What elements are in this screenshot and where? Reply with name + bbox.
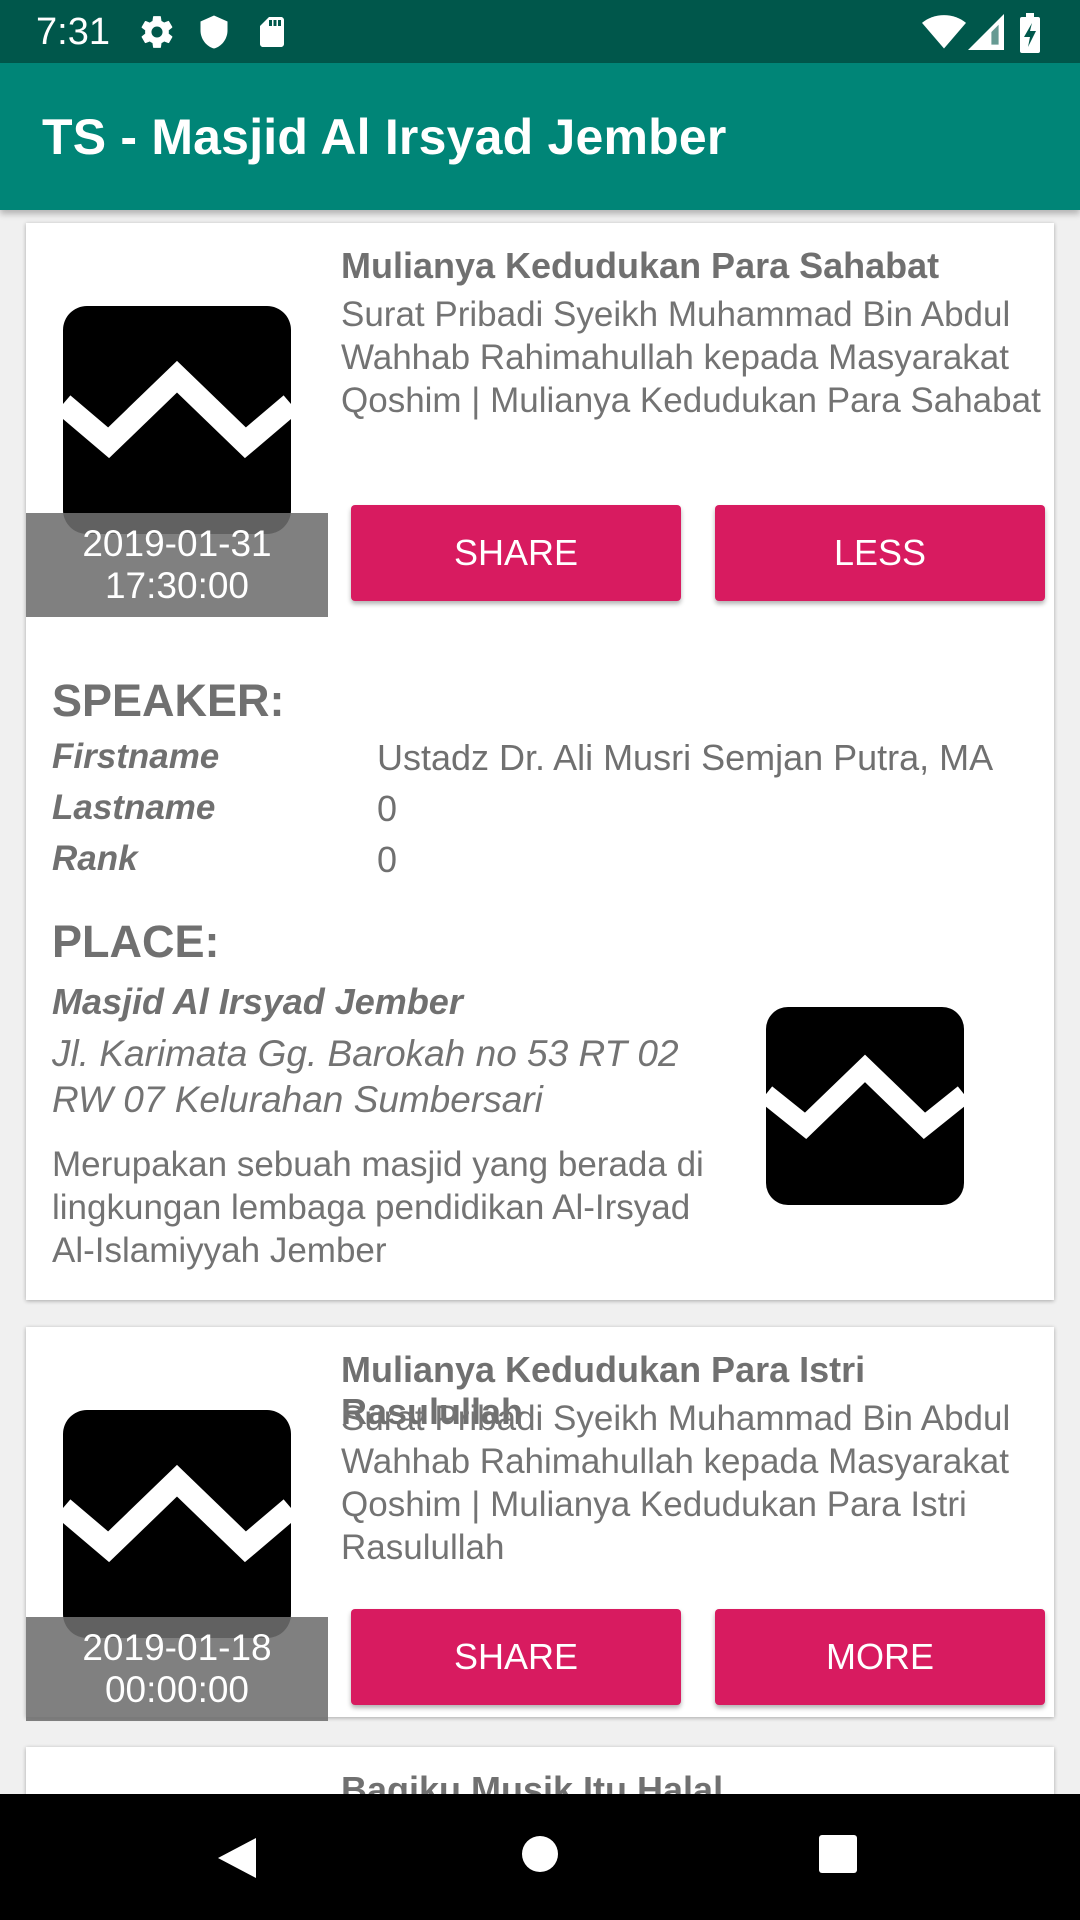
- event-card[interactable]: Bagiku Musik Itu Halal: [26, 1747, 1054, 1794]
- status-bar: 7:31: [0, 0, 1080, 63]
- event-datetime: 2019-01-31 17:30:00: [26, 513, 328, 617]
- event-title: Mulianya Kedudukan Para Sahabat: [341, 245, 940, 286]
- event-date: 2019-01-31: [82, 523, 272, 564]
- event-card[interactable]: 2019-01-31 17:30:00 Mulianya Kedudukan P…: [26, 223, 1054, 1300]
- app-bar: TS - Masjid Al Irsyad Jember: [0, 63, 1080, 210]
- broken-image-icon: [766, 1007, 964, 1205]
- event-date: 2019-01-18: [82, 1627, 272, 1668]
- more-button[interactable]: MORE: [715, 1609, 1045, 1705]
- share-button[interactable]: SHARE: [351, 1609, 681, 1705]
- home-icon[interactable]: [520, 1834, 560, 1879]
- speaker-lastname-label: Lastname: [52, 788, 216, 827]
- speaker-firstname-value: Ustadz Dr. Ali Musri Semjan Putra, MA: [377, 737, 994, 778]
- wifi-icon: [922, 13, 966, 56]
- event-datetime: 2019-01-18 00:00:00: [26, 1617, 328, 1721]
- speaker-firstname-label: Firstname: [52, 737, 220, 776]
- speaker-heading: SPEAKER:: [52, 675, 285, 726]
- event-time: 17:30:00: [104, 565, 250, 606]
- shield-icon: [196, 13, 232, 56]
- event-description: Surat Pribadi Syeikh Muhammad Bin Abdul …: [341, 1399, 1011, 1567]
- place-address: Jl. Karimata Gg. Barokah no 53 RT 02 RW …: [52, 1033, 679, 1120]
- navigation-bar: [0, 1794, 1080, 1920]
- place-name: Masjid Al Irsyad Jember: [52, 981, 463, 1022]
- speaker-rank-label: Rank: [52, 839, 138, 878]
- event-time: 00:00:00: [104, 1669, 250, 1710]
- event-card[interactable]: 2019-01-18 00:00:00 Mulianya Kedudukan P…: [26, 1327, 1054, 1721]
- broken-image-icon: [63, 1410, 291, 1638]
- sd-card-icon: [254, 13, 290, 56]
- speaker-lastname-value: 0: [377, 788, 398, 829]
- app-title: TS - Masjid Al Irsyad Jember: [42, 109, 727, 165]
- status-time: 7:31: [36, 11, 110, 53]
- battery-icon: [1018, 13, 1042, 58]
- signal-icon: [968, 13, 1004, 56]
- less-button[interactable]: LESS: [715, 505, 1045, 601]
- share-button[interactable]: SHARE: [351, 505, 681, 601]
- place-description: Merupakan sebuah masjid yang berada di l…: [52, 1145, 704, 1270]
- broken-image-icon: [63, 306, 291, 534]
- recents-icon[interactable]: [818, 1834, 858, 1879]
- event-description: Surat Pribadi Syeikh Muhammad Bin Abdul …: [341, 295, 1041, 420]
- back-icon[interactable]: [214, 1834, 260, 1887]
- event-title: Bagiku Musik Itu Halal: [341, 1769, 724, 1794]
- place-heading: PLACE:: [52, 916, 220, 967]
- speaker-rank-value: 0: [377, 839, 398, 880]
- gear-icon: [138, 13, 176, 56]
- event-list[interactable]: 2019-01-31 17:30:00 Mulianya Kedudukan P…: [0, 210, 1080, 1794]
